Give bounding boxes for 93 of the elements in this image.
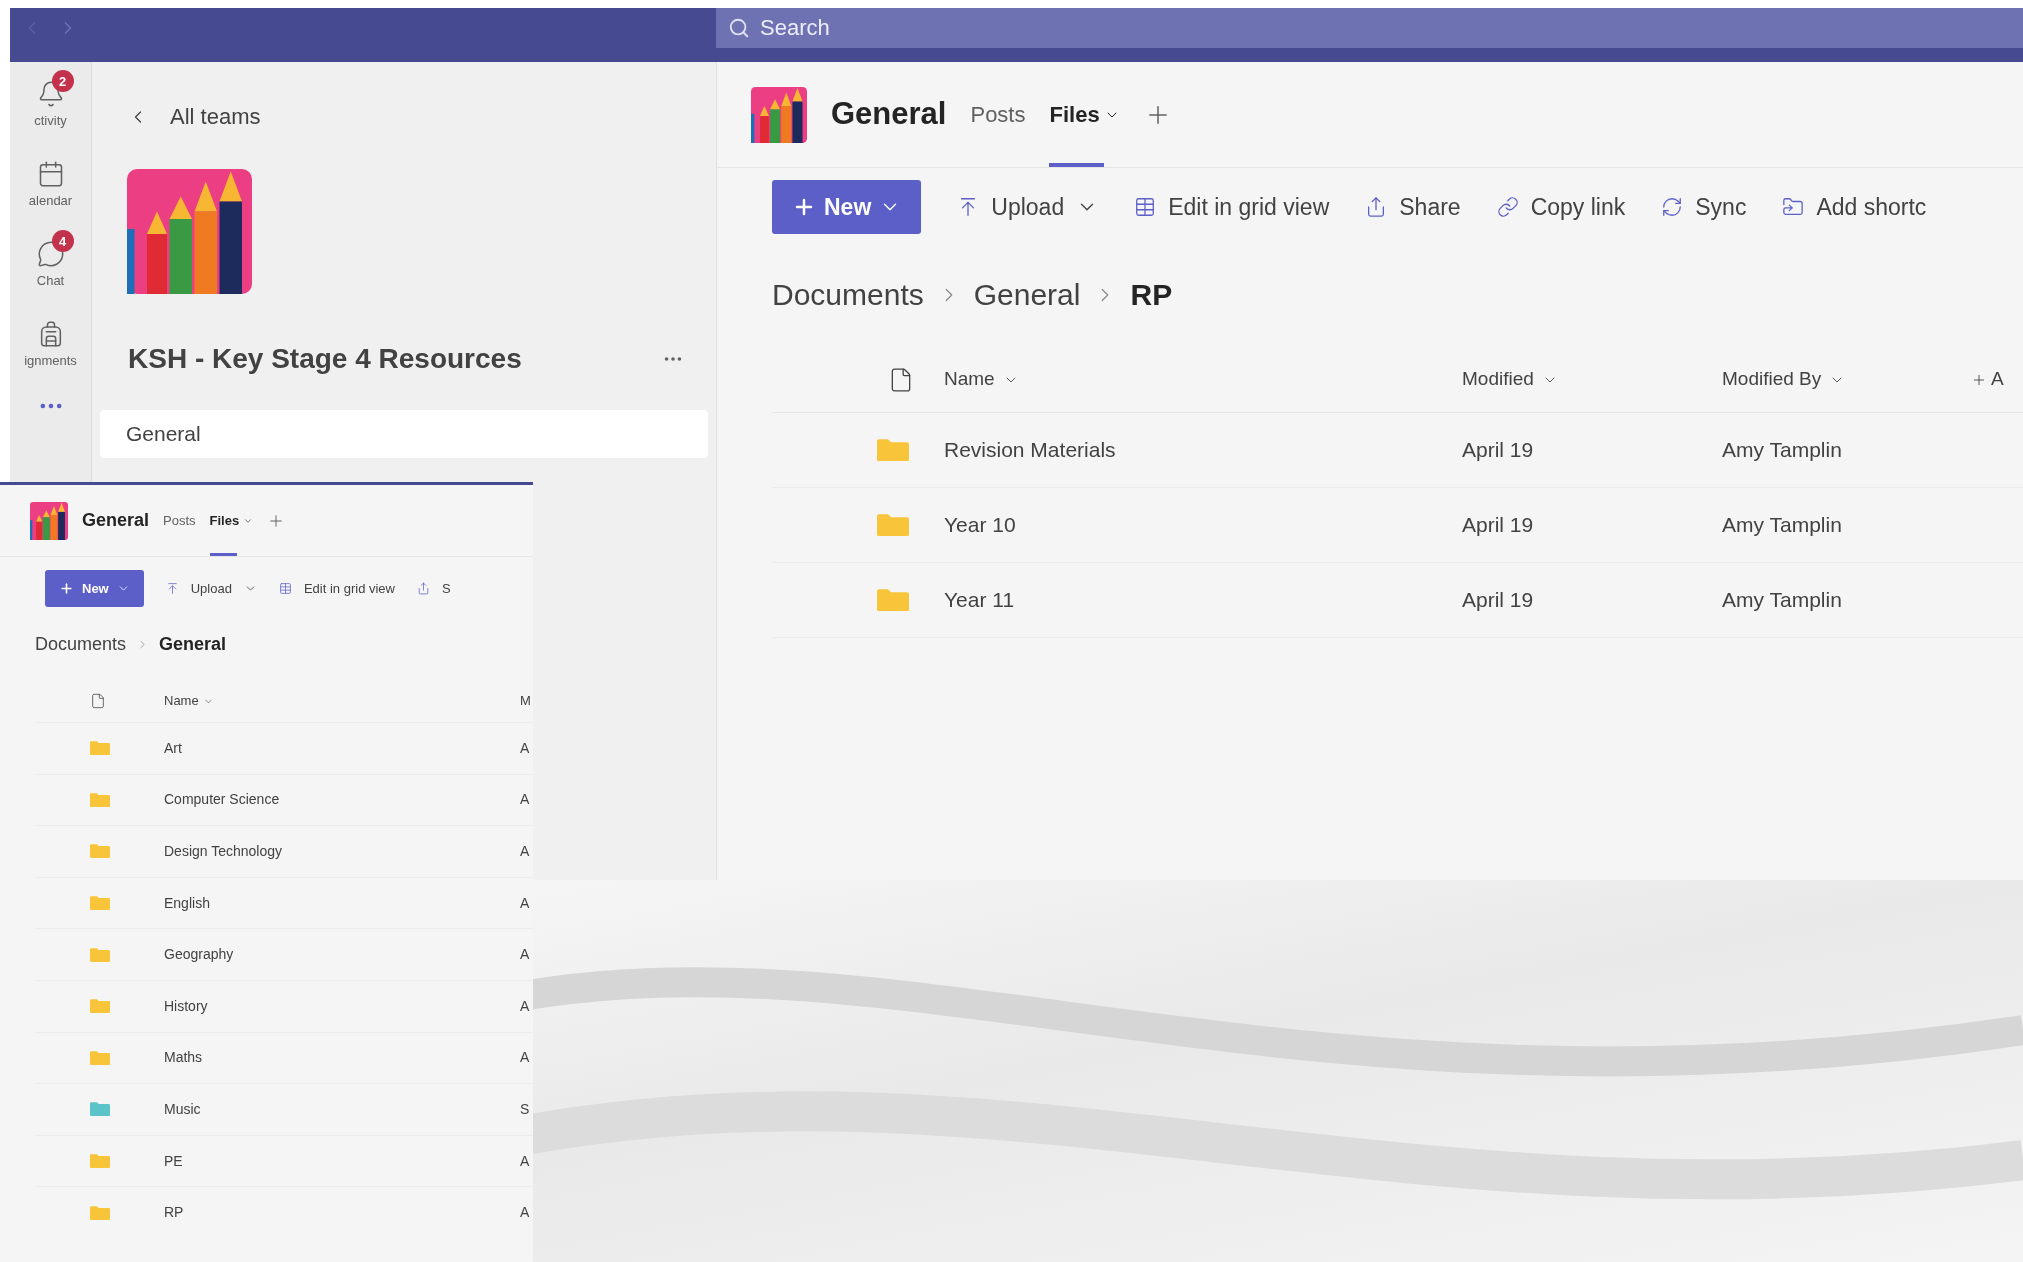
table-cell-text: A <box>520 738 530 758</box>
toolbar-button[interactable]: Upload <box>165 578 257 599</box>
table-cell-text: A <box>520 1203 530 1223</box>
toolbar-button[interactable]: Sync <box>1661 189 1747 225</box>
channel-tab[interactable]: Files <box>1049 62 1120 167</box>
sync-icon <box>1661 196 1684 218</box>
file-name: RP <box>164 1203 185 1223</box>
toolbar-button[interactable]: Add shortc <box>1782 189 1927 225</box>
search-field[interactable]: Search <box>716 8 2023 48</box>
grid-icon <box>1134 196 1157 218</box>
channel-title: General <box>82 509 150 532</box>
file-type-icon <box>90 693 106 709</box>
upload-icon <box>165 582 179 595</box>
file-row[interactable]: Computer Science A <box>35 773 533 826</box>
back-link[interactable]: All teams <box>92 100 716 133</box>
link-icon <box>1496 196 1519 218</box>
team-name: KSH - Key Stage 4 Resources <box>128 342 522 376</box>
file-name: Geography <box>164 945 235 965</box>
column-header[interactable]: Name <box>944 365 1019 394</box>
breadcrumb-link[interactable]: Documents <box>772 272 924 317</box>
app-bar-item[interactable]: Chat 4 <box>10 228 91 298</box>
breadcrumb-link[interactable]: RP <box>1130 272 1173 317</box>
table-cell-text: A <box>520 1151 530 1171</box>
channel-tab[interactable]: Files <box>209 485 254 556</box>
team-logo <box>751 86 807 143</box>
breadcrumb-link[interactable]: General <box>159 631 227 658</box>
new-button[interactable]: New <box>45 570 144 607</box>
file-name: Revision Materials <box>944 437 1117 464</box>
table-cell-text: A <box>520 996 530 1016</box>
table-cell-text: A <box>520 893 530 913</box>
file-name: Design Technology <box>164 842 284 861</box>
file-row[interactable]: History A <box>35 979 533 1032</box>
table-cell-text: A <box>520 945 530 965</box>
breadcrumb-link[interactable]: Documents <box>35 631 127 658</box>
file-row[interactable]: Maths A <box>35 1031 533 1084</box>
file-row[interactable]: Music S <box>35 1083 533 1135</box>
share-icon <box>417 582 430 595</box>
new-button[interactable]: New <box>772 180 922 234</box>
table-cell-text: A <box>520 842 530 861</box>
team-logo <box>30 501 68 540</box>
search-icon <box>728 17 750 39</box>
notification-badge: 4 <box>51 230 74 252</box>
column-header[interactable]: Modified <box>1462 365 1558 394</box>
modified-by: Amy Tamplin <box>1722 587 1842 614</box>
toolbar-button[interactable]: Upload <box>957 189 1099 225</box>
file-row[interactable]: RP A <box>35 1186 533 1238</box>
file-name: PE <box>164 1151 184 1171</box>
file-name: Year 10 <box>944 512 1017 539</box>
channel-tab[interactable]: Posts <box>163 485 196 556</box>
channel-title: General <box>831 95 947 134</box>
app-bar-item[interactable]: alendar <box>10 148 91 218</box>
table-cell-text: A <box>520 790 530 810</box>
modified-by: Amy Tamplin <box>1722 437 1842 464</box>
file-row[interactable]: Year 11 April 19 Amy Tamplin <box>772 563 2023 638</box>
plus-icon <box>59 581 74 596</box>
file-name: Year 11 <box>944 587 1016 614</box>
toolbar-button[interactable]: Copy link <box>1496 189 1626 225</box>
app-bar-item[interactable]: ctivity 2 <box>10 68 91 138</box>
toolbar-button[interactable]: Edit in grid view <box>278 578 395 599</box>
grid-icon <box>278 582 292 595</box>
breadcrumb-link[interactable]: General <box>973 272 1081 317</box>
toolbar-button[interactable]: Share <box>1365 189 1461 225</box>
file-name: Music <box>164 1099 202 1119</box>
column-header[interactable]: Name <box>164 691 214 711</box>
file-name: History <box>164 996 209 1016</box>
shortcut-icon <box>1782 196 1805 218</box>
table-cell-text: S <box>520 1099 530 1119</box>
notification-badge: 2 <box>51 70 74 92</box>
toolbar-button[interactable]: S <box>417 578 451 599</box>
file-name: Computer Science <box>164 790 281 810</box>
file-row[interactable]: Geography A <box>35 928 533 980</box>
file-row[interactable]: English A <box>35 876 533 929</box>
file-name: Art <box>164 738 183 758</box>
add-column-button[interactable]: A <box>1971 365 2004 394</box>
modified-by: Amy Tamplin <box>1722 512 1842 539</box>
column-header[interactable]: M <box>520 691 531 711</box>
channel-item[interactable]: General <box>100 410 708 458</box>
file-row[interactable]: Design Technology A <box>35 825 533 877</box>
modified-date: April 19 <box>1462 587 1535 614</box>
file-row[interactable]: Art A <box>35 722 533 774</box>
table-cell-text: A <box>520 1048 530 1068</box>
column-header[interactable]: Modified By <box>1722 365 1846 394</box>
channel-tab[interactable]: Posts <box>970 62 1026 167</box>
file-row[interactable]: Year 10 April 19 Amy Tamplin <box>772 488 2023 563</box>
file-row[interactable]: PE A <box>35 1134 533 1187</box>
modified-date: April 19 <box>1462 437 1535 464</box>
file-name: Maths <box>164 1048 204 1068</box>
app-bar-item[interactable]: ignments <box>10 308 91 378</box>
toolbar-button[interactable]: Edit in grid view <box>1134 189 1330 225</box>
file-row[interactable]: Revision Materials April 19 Amy Tamplin <box>772 413 2023 488</box>
modified-date: April 19 <box>1462 512 1535 539</box>
file-name: English <box>164 893 211 913</box>
app-bar-icon <box>36 239 65 268</box>
